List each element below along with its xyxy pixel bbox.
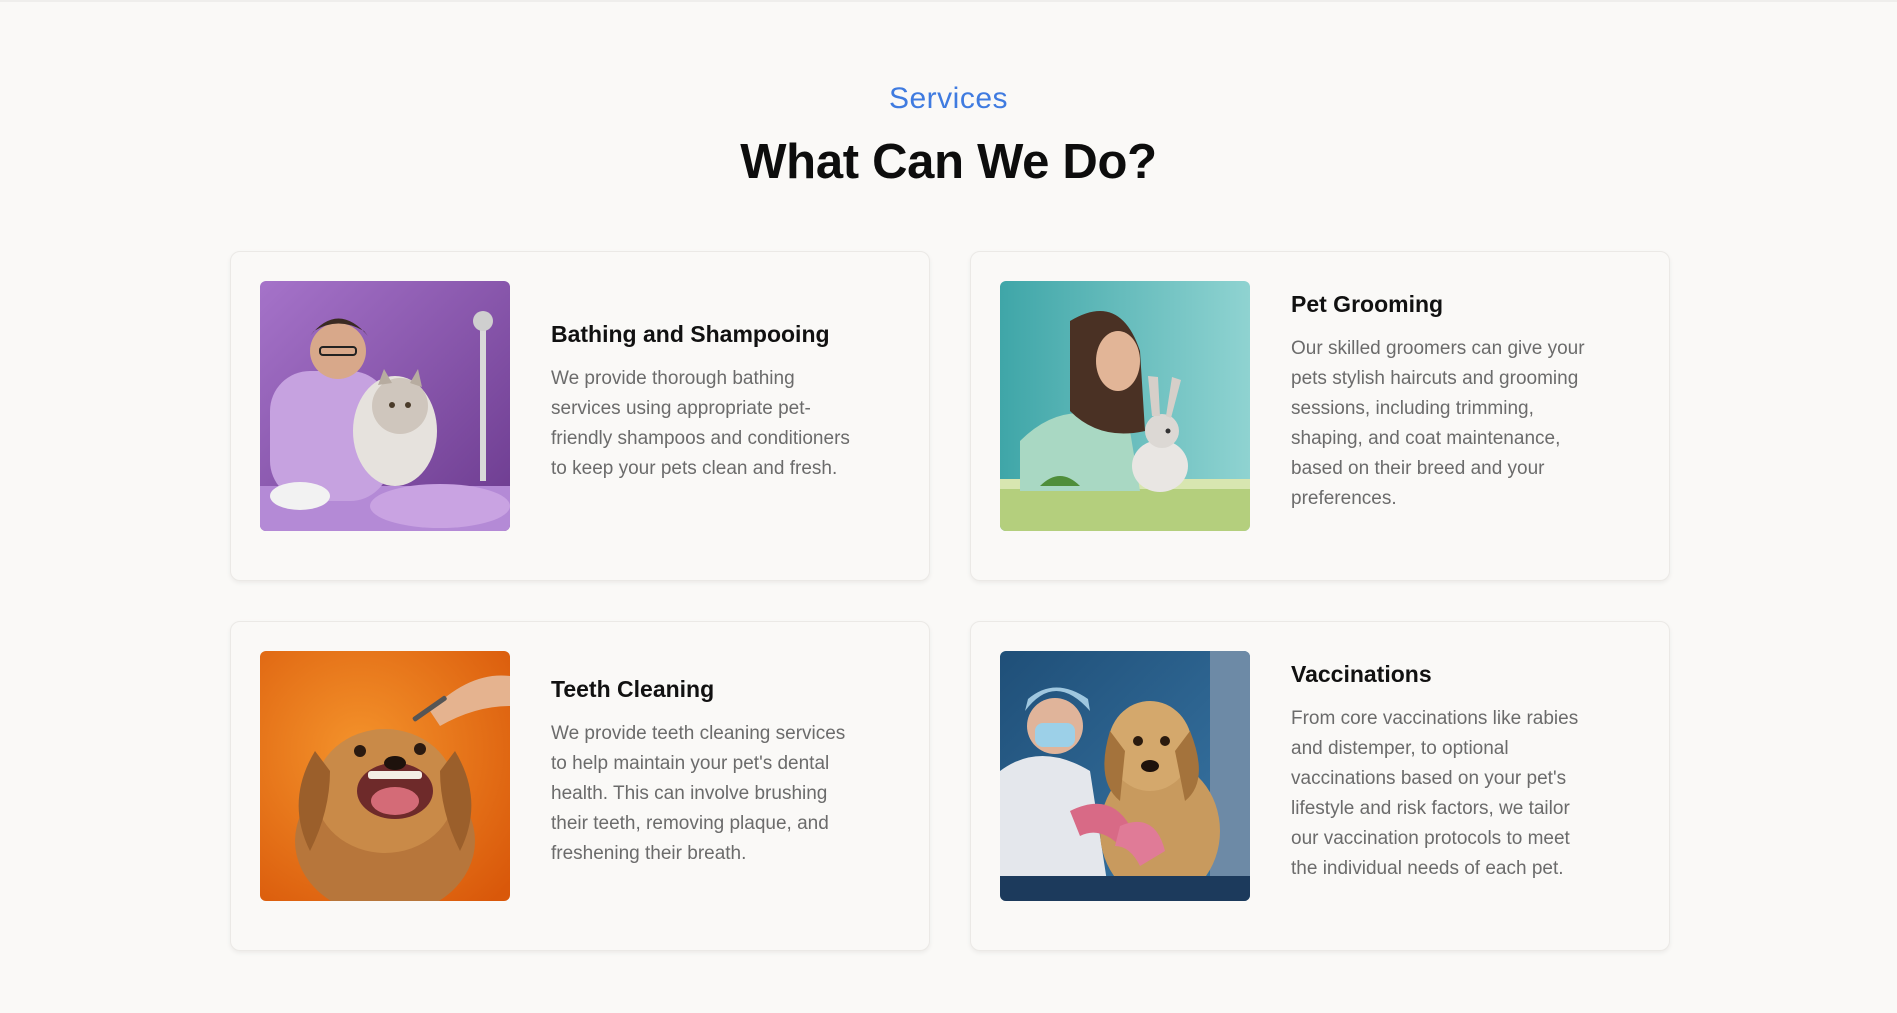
- service-description: We provide thorough bathing services usi…: [551, 367, 850, 479]
- service-card-grooming: Pet Grooming Our skilled groomers can gi…: [970, 251, 1670, 581]
- service-description: Our skilled groomers can give your pets …: [1291, 337, 1585, 509]
- service-title: Bathing and Shampooing: [551, 320, 830, 347]
- section-title: What Can We Do?: [740, 135, 1157, 189]
- service-card-teeth-cleaning: Teeth Cleaning We provide teeth cleaning…: [230, 621, 930, 951]
- services-header: Services What Can We Do?: [0, 82, 1897, 190]
- service-title: Vaccinations: [1291, 660, 1432, 687]
- service-description: We provide teeth cleaning services to he…: [551, 722, 846, 864]
- service-title: Teeth Cleaning: [551, 675, 715, 702]
- groomer-with-cat-photo: [260, 281, 510, 531]
- woman-with-rabbit-photo: [1000, 281, 1250, 531]
- service-description: From core vaccinations like rabies and d…: [1291, 707, 1579, 879]
- dog-teeth-cleaning-photo: [260, 651, 510, 901]
- service-card-bathing: Bathing and Shampooing We provide thorou…: [230, 251, 930, 581]
- top-divider: [0, 0, 1897, 2]
- vet-vaccinating-dog-photo: [1000, 651, 1250, 901]
- service-title: Pet Grooming: [1291, 290, 1444, 317]
- service-card-vaccinations: Vaccinations From core vaccinations like…: [970, 621, 1670, 951]
- section-eyebrow: Services: [888, 82, 1009, 115]
